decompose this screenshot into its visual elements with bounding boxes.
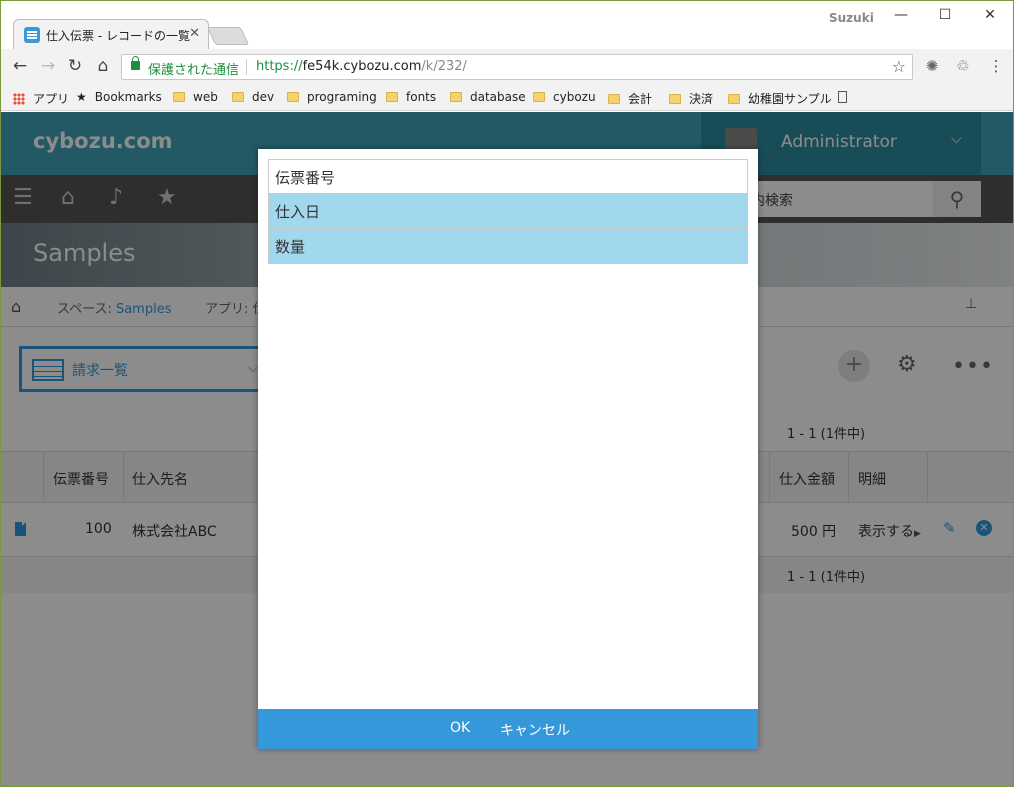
cancel-button[interactable]: キャンセル (500, 720, 570, 740)
bookmark-fonts[interactable]: fonts (386, 90, 436, 104)
bookmark-programing[interactable]: programing (287, 90, 377, 104)
bookmark-label: fonts (406, 90, 437, 104)
bookmark-kindergarten[interactable]: 幼稚園サンプル (728, 90, 832, 107)
url-scheme: https:// (256, 59, 303, 74)
extension-icon[interactable]: ♲ (953, 57, 973, 75)
folder-icon (728, 94, 740, 104)
bookmark-label: database (470, 90, 526, 104)
page-icon (838, 91, 847, 103)
url-host: fe54k.cybozu.com (302, 59, 422, 74)
bookmark-label: 幼稚園サンプル (748, 92, 832, 106)
browser-window: 仕入伝票 - レコードの一覧 ✕ Suzuki — ☐ ✕ ← → ↻ ⌂ 保護… (0, 0, 1014, 787)
address-separator (246, 59, 247, 75)
bookmark-accounting[interactable]: 会計 (608, 90, 652, 107)
bookmark-label: dev (252, 90, 275, 104)
bookmark-dev[interactable]: dev (232, 90, 274, 104)
folder-icon (173, 92, 185, 102)
app-list-icon (24, 27, 40, 43)
bookmark-cybozu[interactable]: cybozu (533, 90, 596, 104)
folder-icon (232, 92, 244, 102)
star-icon: ★ (76, 90, 87, 104)
bookmark-label: web (193, 90, 218, 104)
bookmark-page[interactable] (838, 90, 847, 104)
address-bar[interactable]: 保護された通信 https://fe54k.cybozu.com/k/232/ … (121, 54, 913, 80)
bookmarks-bar: アプリ ★ Bookmarks web dev programing fonts … (1, 85, 1013, 111)
close-tab-icon[interactable]: ✕ (189, 26, 200, 41)
close-window-icon[interactable]: ✕ (980, 7, 1000, 23)
field-select-dialog: 伝票番号 仕入日 数量 OK キャンセル (258, 149, 758, 749)
ok-button[interactable]: OK (450, 720, 470, 736)
bookmark-label: cybozu (553, 90, 596, 104)
bookmark-apps[interactable]: アプリ (13, 90, 69, 107)
url-path: /k/232/ (421, 59, 467, 74)
minimize-icon[interactable]: — (891, 7, 911, 23)
lock-icon (131, 56, 140, 70)
bookmark-label: 決済 (689, 92, 714, 106)
folder-icon (450, 92, 462, 102)
bookmark-label: 会計 (628, 92, 653, 106)
folder-icon (287, 92, 299, 102)
new-tab-button[interactable] (206, 27, 250, 45)
bookmark-label: アプリ (33, 92, 70, 106)
bookmark-bookmarks[interactable]: ★ Bookmarks (76, 90, 162, 104)
url-text: https://fe54k.cybozu.com/k/232/ (256, 59, 467, 74)
maximize-icon[interactable]: ☐ (935, 7, 955, 23)
dialog-footer: OK キャンセル (258, 709, 758, 749)
bookmark-label: Bookmarks (94, 90, 162, 104)
field-list-item[interactable]: 数量 (268, 229, 748, 264)
secure-label: 保護された通信 (148, 63, 240, 78)
forward-icon[interactable]: → (37, 56, 59, 76)
bookmark-star-icon[interactable]: ☆ (892, 57, 906, 76)
folder-icon (669, 94, 681, 104)
menu-icon[interactable]: ⋮ (986, 57, 1006, 75)
bookmark-payment[interactable]: 決済 (669, 90, 713, 107)
reload-icon[interactable]: ↻ (64, 56, 86, 76)
bookmark-web[interactable]: web (173, 90, 218, 104)
bookmark-database[interactable]: database (450, 90, 526, 104)
folder-icon (386, 92, 398, 102)
profile-name[interactable]: Suzuki (829, 11, 874, 25)
title-bar: 仕入伝票 - レコードの一覧 ✕ Suzuki — ☐ ✕ (1, 1, 1013, 49)
tab-title: 仕入伝票 - レコードの一覧 (46, 29, 190, 43)
field-list-item[interactable]: 伝票番号 (268, 159, 748, 194)
folder-icon (608, 94, 620, 104)
field-list: 伝票番号 仕入日 数量 (268, 159, 748, 264)
browser-tab[interactable]: 仕入伝票 - レコードの一覧 ✕ (13, 19, 209, 49)
apps-grid-icon (13, 93, 25, 105)
field-list-item[interactable]: 仕入日 (268, 194, 748, 229)
back-icon[interactable]: ← (9, 56, 31, 76)
home-icon[interactable]: ⌂ (92, 56, 114, 76)
gear-extension-icon[interactable]: ✺ (922, 57, 942, 75)
browser-toolbar: ← → ↻ ⌂ 保護された通信 https://fe54k.cybozu.com… (1, 49, 1013, 85)
bookmark-label: programing (307, 90, 377, 104)
folder-icon (533, 92, 545, 102)
